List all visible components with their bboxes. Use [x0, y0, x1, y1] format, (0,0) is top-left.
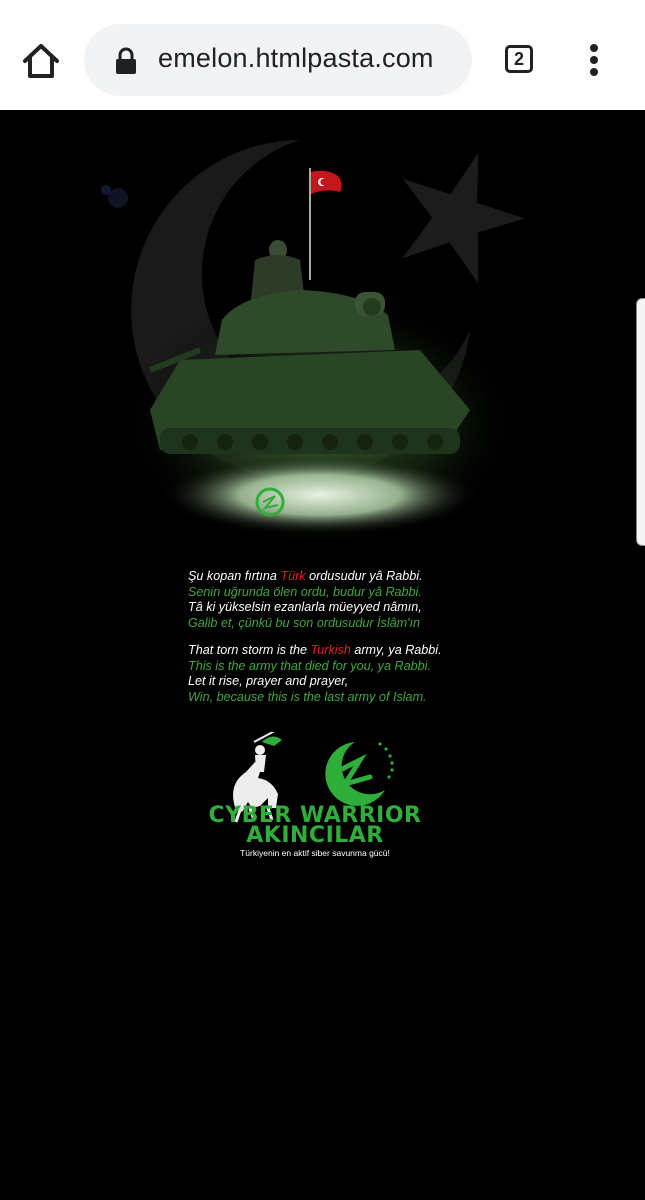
poem-line-en-3: Win, because this is the last army of Is… — [188, 690, 488, 706]
tab-switcher-button[interactable]: 2 — [505, 45, 533, 73]
home-icon[interactable] — [20, 40, 62, 82]
poem-text-segment: Win, because this is the last army of Is… — [188, 689, 427, 704]
browser-toolbar: emelon.htmlpasta.com 2 — [0, 0, 645, 110]
lock-icon — [116, 47, 136, 74]
url-text[interactable]: emelon.htmlpasta.com — [158, 43, 434, 74]
poem-text-segment: ordusudur yâ Rabbi. — [305, 569, 423, 583]
poem-text-segment: Şu kopan fırtına — [188, 569, 281, 583]
poem-line-tr-3: Galib et, çünkü bu son ordusudur İslâm'ı… — [188, 616, 488, 632]
more-vert-icon[interactable] — [582, 42, 606, 78]
poem-line-tr-2: Tâ ki yükselsin ezanlarla müeyyed nâmın, — [188, 600, 488, 616]
poem-text-segment: Let it rise, prayer and prayer, — [188, 674, 349, 688]
poem-text-segment: Tâ ki yükselsin ezanlarla müeyyed nâmın, — [188, 600, 422, 614]
poem-line-en-1: This is the army that died for you, ya R… — [188, 659, 488, 675]
poem-line-tr-0: Şu kopan fırtına Türk ordusudur yâ Rabbi… — [188, 569, 488, 585]
poem-text-segment: Senin uğrunda ölen ordu, budur yâ Rabbi. — [188, 584, 422, 599]
poem-text-segment: Turkish — [310, 643, 351, 657]
poem-text-segment: army, ya Rabbi. — [350, 643, 442, 657]
logo-tagline: Türkiyenin en aktif siber savunma gücü! — [240, 848, 390, 858]
poem-text-segment: Galib et, çünkü bu son ordusudur İslâm'ı… — [188, 615, 421, 630]
star-shape — [402, 152, 525, 284]
poem-text-segment: Türk — [280, 569, 306, 583]
crescent-emblem-icon — [325, 742, 394, 806]
logo-title-line2: AKINCILAR — [246, 823, 384, 848]
poem-line-tr-1: Senin uğrunda ölen ordu, budur yâ Rabbi. — [188, 585, 488, 601]
poem-line-en-2: Let it rise, prayer and prayer, — [188, 674, 488, 690]
hero-image — [101, 140, 525, 540]
poem-text-segment: That torn storm is the — [188, 643, 311, 657]
poem-gap — [188, 631, 488, 643]
poem-text-segment: This is the army that died for you, ya R… — [188, 658, 431, 673]
poem: Şu kopan fırtına Türk ordusudur yâ Rabbi… — [188, 569, 488, 705]
poem-line-en-0: That torn storm is the Turkish army, ya … — [188, 643, 488, 659]
